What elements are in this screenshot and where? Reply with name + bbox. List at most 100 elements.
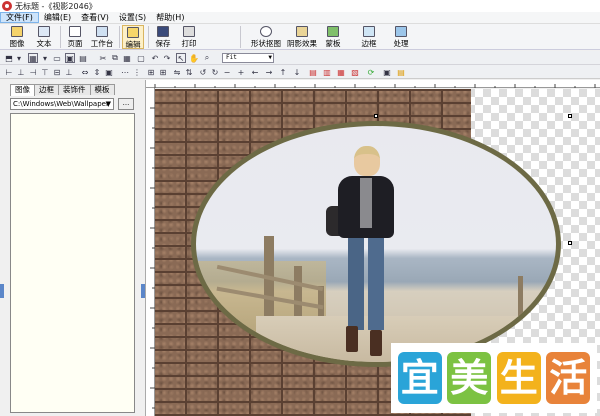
align-right-icon[interactable]: ⊣ <box>28 67 38 77</box>
bring-forward-icon[interactable]: ▦ <box>336 67 346 77</box>
send-back-icon[interactable]: ▥ <box>322 67 332 77</box>
folder-open-icon <box>11 26 23 37</box>
zoom-out-icon[interactable]: − <box>222 67 232 77</box>
tab-border[interactable]: 边框 <box>34 84 59 95</box>
border-button[interactable]: 边框 <box>358 25 380 49</box>
monitor-icon[interactable]: ▭ <box>52 53 62 63</box>
align-center-icon[interactable]: ⊥ <box>16 67 26 77</box>
center-h-icon[interactable]: ⊞ <box>146 67 156 77</box>
same-height-icon[interactable]: ⇕ <box>92 67 102 77</box>
move-up-icon[interactable]: ↑ <box>278 67 288 77</box>
center-v-icon[interactable]: ⊞ <box>158 67 168 77</box>
arrange-toolbar: ⊢ ⊥ ⊣ ⊤ ⊟ ⊥ ⇔ ⇕ ▣ ⋯ ⋮ ⊞ ⊞ ⇋ ⇅ ↺ ↻ − + ← … <box>0 65 600 79</box>
move-right-icon[interactable]: → <box>264 67 274 77</box>
bring-front-icon[interactable]: ▤ <box>308 67 318 77</box>
flip-h-icon[interactable]: ⇋ <box>172 67 182 77</box>
dropdown-arrow-icon[interactable]: ▾ <box>14 53 24 63</box>
same-size-icon[interactable]: ▣ <box>104 67 114 77</box>
editing-canvas[interactable]: 宜 美 生 活 <box>155 89 600 416</box>
shadow-effect-button[interactable]: 阴影效果 <box>284 25 320 49</box>
file-list[interactable] <box>10 113 135 413</box>
flip-v-icon[interactable]: ⇅ <box>184 67 194 77</box>
floppy-disk-icon <box>157 26 169 37</box>
align-top-icon[interactable]: ⊤ <box>40 67 50 77</box>
align-left-icon[interactable]: ⊢ <box>4 67 14 77</box>
shape-crop-button[interactable]: 形状抠图 <box>248 25 284 49</box>
same-width-icon[interactable]: ⇔ <box>80 67 90 77</box>
menu-edit[interactable]: 编辑(E) <box>39 12 76 23</box>
resize-handle[interactable] <box>374 114 378 118</box>
walking-woman <box>326 146 406 362</box>
process-icon <box>395 26 407 37</box>
watermark-logo: 宜 美 生 活 <box>391 343 597 413</box>
tab-image[interactable]: 图像 <box>10 84 35 96</box>
space-v-icon[interactable]: ⋮ <box>132 67 142 77</box>
refresh-icon[interactable]: ⟳ <box>366 67 376 77</box>
align-bottom-icon[interactable]: ⊥ <box>64 67 74 77</box>
zoom-select[interactable]: Fit ▼ <box>222 53 274 63</box>
panel-tabs: 图像 边框 装饰件 模板 <box>10 84 115 96</box>
page-button[interactable]: 页面 <box>64 25 86 49</box>
printer-icon <box>183 26 195 37</box>
layout-icon[interactable]: ▣ <box>65 53 75 63</box>
menu-help[interactable]: 帮助(H) <box>151 12 189 23</box>
dropdown-arrow-icon[interactable]: ▾ <box>40 53 50 63</box>
main-toolbar: 图像 文本 页面 工作台 编辑 保存 打印 形状抠图 阴影效果 蒙板 边框 处理 <box>0 24 600 50</box>
horizontal-ruler <box>146 80 600 88</box>
workbench-button[interactable]: 工作台 <box>88 25 116 49</box>
ungroup-icon[interactable]: ▤ <box>396 67 406 77</box>
browse-button[interactable]: ... <box>118 98 134 110</box>
text-doc-icon <box>38 26 50 37</box>
tab-decoration[interactable]: 装饰件 <box>58 84 91 95</box>
process-button[interactable]: 处理 <box>390 25 412 49</box>
image-button[interactable]: 图像 <box>6 25 28 49</box>
select-tool-icon[interactable]: ⬒ <box>4 53 14 63</box>
paste-icon[interactable]: ▦ <box>122 53 132 63</box>
rotate-right-icon[interactable]: ↻ <box>210 67 220 77</box>
logo-char: 美 <box>447 352 492 404</box>
workbench-icon <box>96 26 108 37</box>
menu-file[interactable]: 文件(F) <box>0 12 39 23</box>
panel-splitter-handle[interactable] <box>141 284 145 298</box>
page-setup-icon[interactable]: ▤ <box>78 53 88 63</box>
hand-icon[interactable]: ✋ <box>189 53 199 63</box>
group-icon[interactable]: ▣ <box>382 67 392 77</box>
resize-handle[interactable] <box>568 114 572 118</box>
folder-path-select[interactable]: C:\Windows\Web\Wallpaper ▼ <box>10 98 114 110</box>
jeans <box>348 238 384 330</box>
save-button[interactable]: 保存 <box>152 25 174 49</box>
grid-icon[interactable]: ▦ <box>28 53 38 63</box>
mask-icon <box>327 26 339 37</box>
copy-icon[interactable]: ⧉ <box>110 53 120 63</box>
oval-framed-photo[interactable] <box>191 121 561 367</box>
text-button[interactable]: 文本 <box>33 25 55 49</box>
cut-icon[interactable]: ✂ <box>98 53 108 63</box>
edit-button[interactable]: 编辑 <box>122 25 144 49</box>
zoom-in-icon[interactable]: + <box>236 67 246 77</box>
head <box>354 146 380 176</box>
resize-handle[interactable] <box>568 241 572 245</box>
menu-bar: 文件(F) 编辑(E) 查看(V) 设置(S) 帮助(H) <box>0 12 600 24</box>
menu-view[interactable]: 查看(V) <box>76 12 114 23</box>
space-h-icon[interactable]: ⋯ <box>120 67 130 77</box>
send-backward-icon[interactable]: ▧ <box>350 67 360 77</box>
redo-icon[interactable]: ↷ <box>162 53 172 63</box>
undo-icon[interactable]: ↶ <box>150 53 160 63</box>
rotate-left-icon[interactable]: ↺ <box>198 67 208 77</box>
left-collapse-handle[interactable] <box>0 284 4 298</box>
zoom-icon[interactable]: ⌕ <box>202 53 212 63</box>
tab-template[interactable]: 模板 <box>89 84 115 95</box>
mask-button[interactable]: 蒙板 <box>322 25 344 49</box>
delete-icon[interactable]: ▢ <box>136 53 146 63</box>
shape-crop-icon <box>260 26 272 37</box>
pointer-icon[interactable]: ↖ <box>176 53 186 63</box>
move-left-icon[interactable]: ← <box>250 67 260 77</box>
menu-settings[interactable]: 设置(S) <box>114 12 151 23</box>
print-button[interactable]: 打印 <box>178 25 200 49</box>
secondary-toolbar: ⬒ ▾ ▦ ▾ ▭ ▣ ▤ ✂ ⧉ ▦ ▢ ↶ ↷ ↖ ✋ ⌕ Fit ▼ <box>0 51 600 65</box>
align-middle-icon[interactable]: ⊟ <box>52 67 62 77</box>
title-bar: 无标题 -《视影2046》 <box>0 0 600 12</box>
move-down-icon[interactable]: ↓ <box>292 67 302 77</box>
edit-grid-icon <box>127 27 139 38</box>
window-title: 无标题 -《视影2046》 <box>15 1 97 11</box>
